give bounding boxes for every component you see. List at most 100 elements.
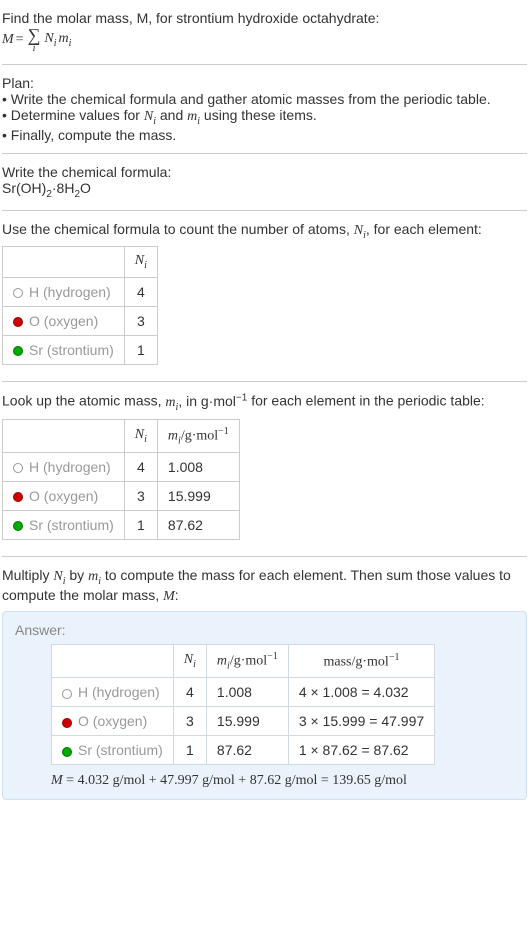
compute-intro: Multiply Ni by mi to compute the mass fo… — [2, 567, 527, 605]
eq-N-sym: N — [44, 31, 53, 46]
formula-p1: Sr(OH) — [2, 180, 46, 196]
plan-bullet-3: • Finally, compute the mass. — [2, 127, 527, 143]
count-cell: 1 — [124, 336, 157, 365]
count-intro-N-sym: N — [354, 223, 363, 238]
count-intro-N: Ni — [354, 223, 366, 238]
element-name: (strontium) — [43, 342, 114, 358]
chemical-formula: Sr(OH)2·8H2O — [2, 180, 527, 200]
count-section: Use the chemical formula to count the nu… — [2, 215, 527, 378]
eq-N-sub: i — [54, 38, 57, 49]
molar-mass-equation: M = ∑ i Ni mi — [2, 26, 527, 54]
element-cell-h: H (hydrogen) — [3, 278, 125, 307]
count-cell: 3 — [124, 307, 157, 336]
mass-cell: 15.999 — [206, 707, 288, 736]
empty-header — [3, 247, 125, 278]
element-name: (oxygen) — [40, 488, 98, 504]
element-dot-icon — [13, 288, 23, 298]
mass-cell: 1.008 — [206, 678, 288, 707]
element-dot-icon — [13, 521, 23, 531]
plan-bullet-2: • Determine values for Ni and mi using t… — [2, 107, 527, 127]
divider — [2, 64, 527, 65]
plan-b2-N: Ni — [144, 109, 156, 124]
element-name: (hydrogen) — [39, 284, 111, 300]
final-eq-text: = 4.032 g/mol + 47.997 g/mol + 87.62 g/m… — [63, 773, 407, 788]
masses-intro-b: , in g·mol — [178, 393, 236, 409]
count-cell: 4 — [124, 278, 157, 307]
element-dot-icon — [13, 317, 23, 327]
masses-intro-unit: , in g·mol−1 — [178, 393, 247, 409]
answer-table: Ni mi/g·mol−1 mass/g·mol−1 H (hydrogen) … — [51, 644, 435, 765]
count-cell: 1 — [173, 736, 206, 765]
eq-equals: = — [16, 32, 24, 48]
intro-line1: Find the molar mass, M, for strontium hy… — [2, 10, 379, 26]
header-m-unit: /g·mol — [230, 654, 267, 669]
header-mi: mi/g·mol−1 — [206, 644, 288, 677]
table-row: Sr (strontium) 1 — [3, 336, 158, 365]
element-sym: H — [29, 459, 39, 475]
element-sym: H — [29, 284, 39, 300]
compute-N-sym: N — [53, 569, 62, 584]
count-cell: 3 — [173, 707, 206, 736]
formula-mid: ·8H — [52, 180, 75, 196]
element-cell-o: O (oxygen) — [3, 482, 125, 511]
count-cell: 1 — [124, 511, 157, 540]
calc-cell: 1 × 87.62 = 87.62 — [288, 736, 434, 765]
count-intro-a: Use the chemical formula to count the nu… — [2, 221, 354, 237]
formula-title: Write the chemical formula: — [2, 164, 527, 180]
plan-bullet-1: • Write the chemical formula and gather … — [2, 91, 527, 107]
element-name: (strontium) — [43, 517, 114, 533]
masses-intro: Look up the atomic mass, mi, in g·mol−1 … — [2, 392, 527, 412]
plan-section: Plan: • Write the chemical formula and g… — [2, 69, 527, 149]
masses-intro-a: Look up the atomic mass, — [2, 393, 165, 409]
plan-b2-a: • Determine values for — [2, 107, 144, 123]
count-intro: Use the chemical formula to count the nu… — [2, 221, 527, 241]
element-cell-h: H (hydrogen) — [3, 453, 125, 482]
compute-N: Ni — [53, 569, 65, 584]
element-dot-icon — [62, 718, 72, 728]
header-N-sym: N — [184, 652, 193, 667]
element-cell-sr: Sr (strontium) — [3, 511, 125, 540]
calc-cell: 4 × 1.008 = 4.032 — [288, 678, 434, 707]
count-cell: 4 — [124, 453, 157, 482]
table-row: Sr (strontium) 1 87.62 1 × 87.62 = 87.62 — [52, 736, 435, 765]
table-row: O (oxygen) 3 15.999 — [3, 482, 240, 511]
mass-cell: 1.008 — [157, 453, 239, 482]
sum-symbol-wrap: ∑ i — [28, 26, 41, 54]
element-cell-sr: Sr (strontium) — [3, 336, 125, 365]
header-Ni: Ni — [124, 247, 157, 278]
answer-box: Answer: Ni mi/g·mol−1 mass/g·mol−1 H (hy… — [2, 611, 527, 800]
header-N-sub: i — [193, 659, 196, 670]
element-sym: Sr — [78, 742, 92, 758]
element-dot-icon — [62, 689, 72, 699]
mass-cell: 87.62 — [206, 736, 288, 765]
element-cell-o: O (oxygen) — [3, 307, 125, 336]
divider — [2, 381, 527, 382]
header-m-sup: −1 — [218, 426, 229, 437]
header-mi: mi/g·mol−1 — [157, 419, 239, 452]
formula-end: O — [80, 180, 91, 196]
intro-section: Find the molar mass, M, for strontium hy… — [2, 4, 527, 60]
header-N-sym: N — [135, 427, 144, 442]
header-mass-sup: −1 — [389, 652, 400, 663]
empty-header — [52, 644, 174, 677]
compute-mid: by — [65, 567, 88, 583]
masses-intro-c: for each element in the periodic table: — [247, 393, 484, 409]
table-row: O (oxygen) 3 — [3, 307, 158, 336]
element-cell-h: H (hydrogen) — [52, 678, 174, 707]
element-cell-o: O (oxygen) — [52, 707, 174, 736]
masses-intro-m: mi — [165, 395, 178, 410]
final-M: M — [51, 773, 63, 788]
element-cell-sr: Sr (strontium) — [52, 736, 174, 765]
plan-b2-m-sym: m — [187, 109, 197, 124]
table-row: H (hydrogen) 4 1.008 — [3, 453, 240, 482]
eq-m: mi — [59, 31, 72, 49]
table-header-row: Ni — [3, 247, 158, 278]
element-name: (hydrogen) — [88, 684, 160, 700]
element-sym: O — [29, 313, 40, 329]
mass-cell: 15.999 — [157, 482, 239, 511]
compute-a: Multiply — [2, 567, 53, 583]
header-mass: mass/g·mol−1 — [288, 644, 434, 677]
divider — [2, 556, 527, 557]
table-row: H (hydrogen) 4 1.008 4 × 1.008 = 4.032 — [52, 678, 435, 707]
element-name: (oxygen) — [40, 313, 98, 329]
